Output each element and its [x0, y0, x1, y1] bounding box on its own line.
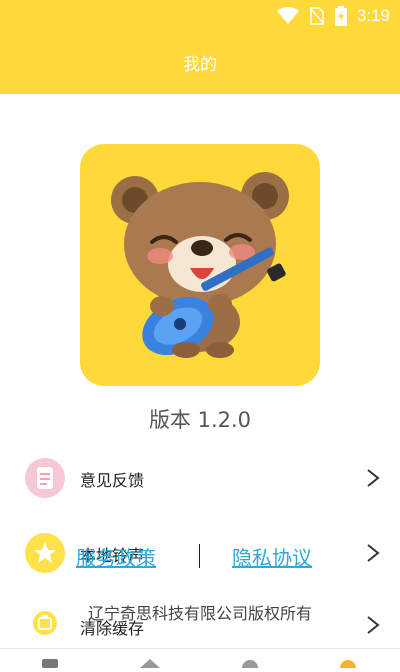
privacy-link[interactable]: 隐私协议 — [232, 542, 312, 571]
status-bar: 3:19 — [0, 0, 400, 32]
no-sim-icon — [309, 7, 325, 25]
link-divider — [199, 544, 200, 568]
app-logo — [80, 144, 320, 386]
bottom-nav — [0, 648, 400, 672]
menu-item-feedback[interactable]: 意见反馈 — [0, 448, 400, 508]
status-icons: 3:19 — [276, 4, 390, 28]
chevron-right-icon — [367, 469, 380, 487]
wifi-icon — [276, 7, 299, 25]
terms-link[interactable]: 服务政策 — [76, 542, 156, 571]
version-text: 版本 1.2.0 — [148, 408, 252, 432]
menu-label-feedback: 意见反馈 — [80, 471, 145, 490]
agreement-links: 服务政策 隐私协议 — [0, 540, 400, 574]
copyright-text: 辽宁奇思科技有限公司版权所有 — [87, 604, 312, 623]
page-title: 我的 — [183, 55, 217, 75]
battery-charging-icon — [334, 6, 347, 26]
status-time: 3:19 — [356, 6, 390, 25]
feedback-icon — [25, 458, 65, 498]
bear-guitar-illustration — [111, 172, 289, 358]
app-header: 我的 — [0, 32, 400, 94]
